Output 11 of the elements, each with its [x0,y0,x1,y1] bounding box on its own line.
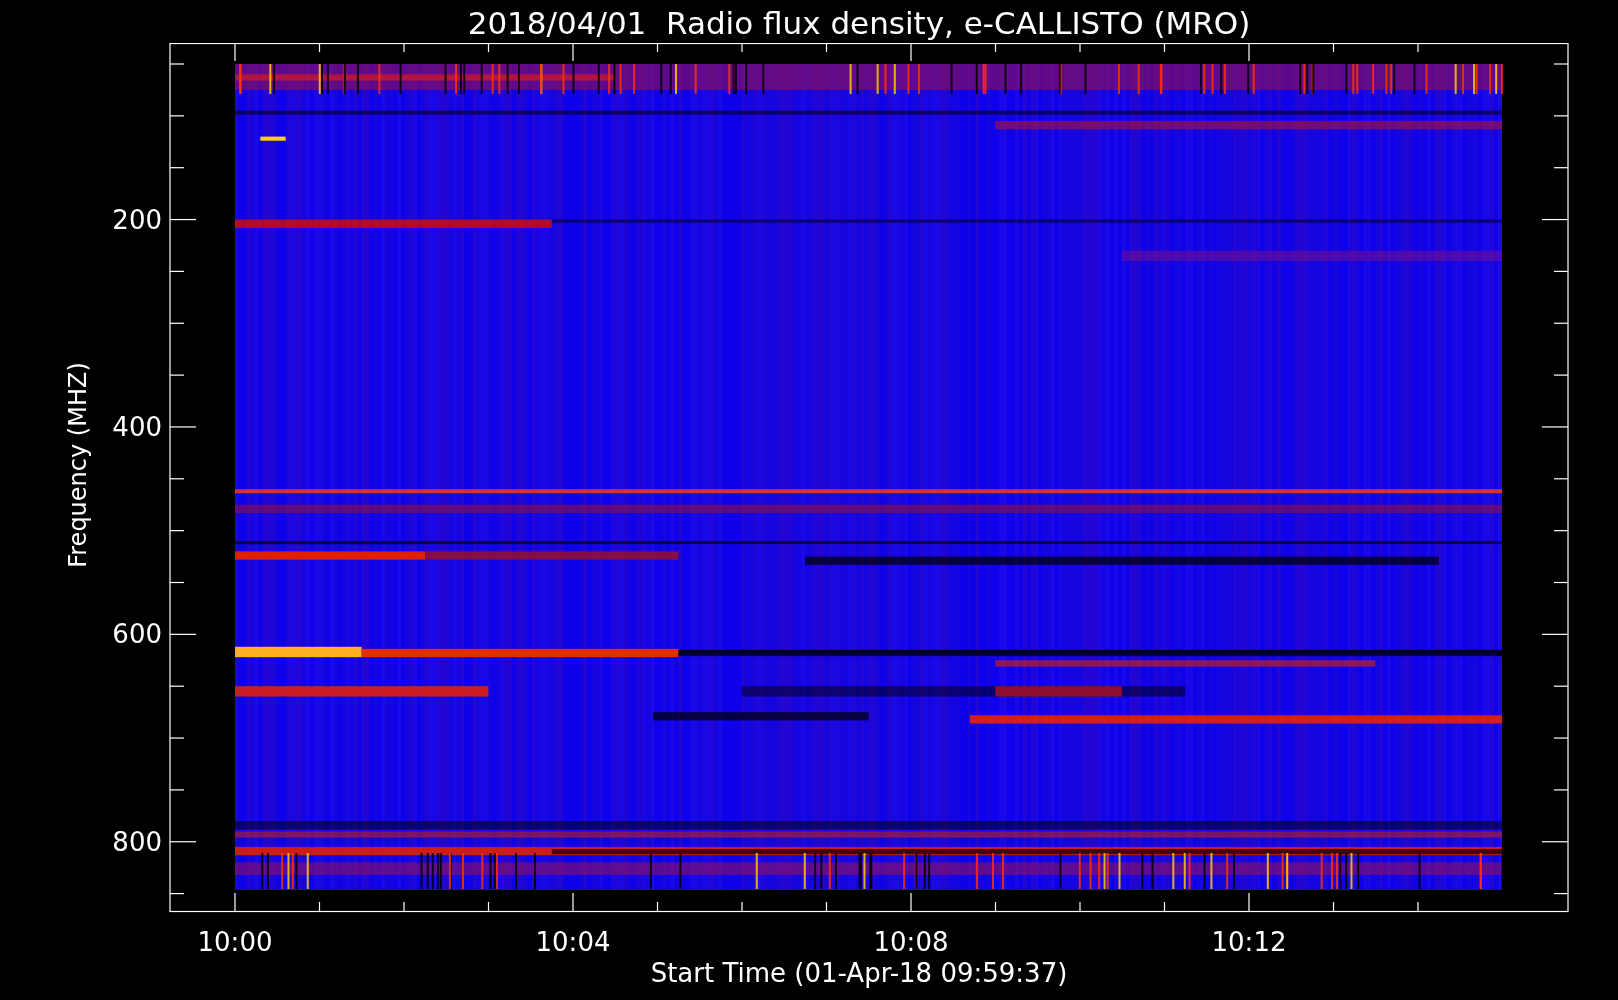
x-tick-label: 10:04 [535,927,611,957]
y-tick-label: 200 [112,204,162,235]
chart-title: 2018/04/01 Radio flux density, e-CALLISTO (MRO) [467,4,1251,43]
x-tick-label: 10:12 [1211,927,1287,957]
x-axis-label: Start Time (01-Apr-18 09:59:37) [650,957,1068,989]
y-tick-label: 800 [112,826,162,857]
y-tick-label: 400 [112,411,162,442]
x-tick-label: 10:08 [873,927,949,957]
y-tick-label: 600 [112,619,162,650]
x-tick-label: 10:00 [197,927,273,957]
y-axis-label: Frequency (MHZ) [64,362,92,568]
